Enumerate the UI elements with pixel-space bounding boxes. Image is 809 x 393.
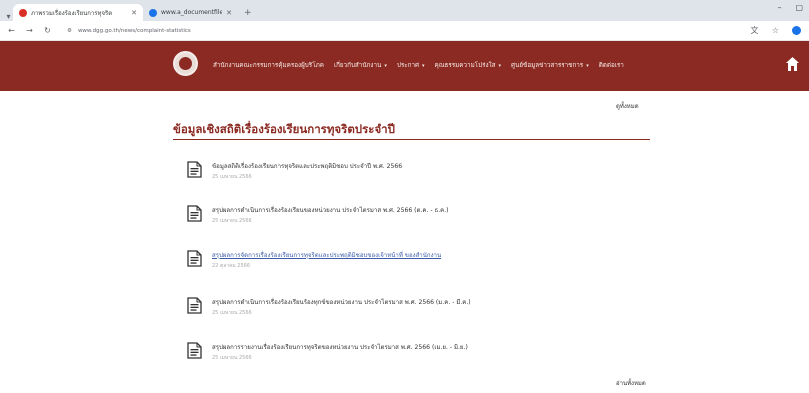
forward-icon[interactable]: → [25,26,34,35]
address-bar[interactable]: ⚙ www.dgg.go.th/news/complaint-statistic… [61,24,621,38]
nav-item-label: ติดต่อเรา [598,62,624,69]
nav-item[interactable]: สำนักงานคณะกรรมการคุ้มครองผู้บริโภค [213,60,324,70]
reload-icon[interactable]: ↻ [43,26,52,35]
document-icon [187,297,202,314]
nav-item-label: สำนักงานคณะกรรมการคุ้มครองผู้บริโภค [213,62,324,69]
pdf-favicon-icon [149,8,157,17]
site-info-icon[interactable]: ⚙ [67,28,72,34]
item-date: 25 เมษายน 2566 [212,310,252,316]
nav-menu: สำนักงานคณะกรรมการคุ้มครองผู้บริโภค เกี่ย… [213,60,624,70]
tab-title: ภาพรวมเรื่องร้องเรียนการทุจริต [31,9,113,17]
site-favicon-icon [19,8,27,17]
browser-tab-inactive[interactable]: www.a_documentfile.pdf ✕ [143,4,238,21]
close-tab-icon[interactable]: ✕ [131,9,137,17]
item-title[interactable]: สรุปผลการดำเนินการเรื่องร้องเรียนร้องทุก… [212,297,471,307]
profile-avatar[interactable] [792,26,801,35]
item-date: 25 เมษายน 2566 [212,355,252,361]
item-date: 25 เมษายน 2566 [212,218,252,224]
document-icon [187,161,202,178]
nav-item-label: ประกาศ [396,62,419,69]
chevron-down-icon: ▾ [498,63,502,69]
address-text: www.dgg.go.th/news/complaint-statistics [77,27,191,34]
view-all-link[interactable]: ดูทั้งหมด [616,101,639,111]
nav-item[interactable]: ติดต่อเรา [599,60,624,70]
page-title: ข้อมูลเชิงสถิติเรื่องร้องเรียนการทุจริตป… [173,122,395,136]
site-navbar: สำนักงานคณะกรรมการคุ้มครองผู้บริโภค เกี่ย… [0,41,809,91]
chevron-down-icon: ▾ [586,63,589,69]
maximize-icon[interactable]: ▢ [795,3,803,12]
nav-item-label: คุณธรรมความโปร่งใส [434,62,496,69]
window-controls: – ▢ [777,3,803,12]
nav-item-label: ศูนย์ข้อมูลข่าวสารราชการ [511,62,584,69]
nav-item-label: เกี่ยวกับสำนักงาน [333,62,382,69]
document-icon [187,250,202,267]
document-icon [187,342,202,359]
tab-title: www.a_documentfile.pdf [161,9,223,16]
back-icon[interactable]: ← [7,26,16,35]
chevron-down-icon: ▾ [421,63,425,69]
browser-tab-bar: ▾ ภาพรวมเรื่องร้องเรียนการทุจริต ✕ www.a… [0,0,809,21]
item-title[interactable]: ข้อมูลสถิติเรื่องร้องเรียนการทุจริตและปร… [212,161,402,171]
site-logo[interactable] [173,51,198,76]
nav-item[interactable]: ประกาศ ▾ [397,60,425,70]
nav-item[interactable]: คุณธรรมความโปร่งใส ▾ [435,60,502,70]
tab-search-icon[interactable]: ▾ [4,12,13,21]
item-date: 25 เมษายน 2566 [212,174,252,180]
item-title[interactable]: สรุปผลการจัดการเรื่องร้องเรียนการทุจริตแ… [212,250,441,260]
minimize-icon[interactable]: – [777,3,781,12]
nav-item[interactable]: ศูนย์ข้อมูลข่าวสารราชการ ▾ [511,60,589,70]
read-all-link[interactable]: อ่านทั้งหมด [616,378,646,388]
item-title[interactable]: สรุปผลการรายงานเรื่องร้องเรียนการทุจริตข… [212,342,468,352]
translate-icon[interactable]: 文 [750,25,759,36]
browser-toolbar: ← → ↻ ⚙ www.dgg.go.th/news/complaint-sta… [0,21,809,41]
document-icon [187,205,202,222]
nav-item[interactable]: เกี่ยวกับสำนักงาน ▾ [334,60,387,70]
item-date: 22 ตุลาคม 2566 [212,263,251,269]
new-tab-icon[interactable]: + [238,8,258,21]
browser-tab-active[interactable]: ภาพรวมเรื่องร้องเรียนการทุจริต ✕ [13,4,143,21]
title-divider [173,139,650,140]
item-title[interactable]: สรุปผลการดำเนินการเรื่องร้องเรียนของหน่ว… [212,205,449,215]
bookmark-star-icon[interactable]: ☆ [771,26,780,35]
home-icon[interactable] [786,57,799,71]
chevron-down-icon: ▾ [384,63,387,69]
close-tab-icon[interactable]: ✕ [226,9,232,17]
